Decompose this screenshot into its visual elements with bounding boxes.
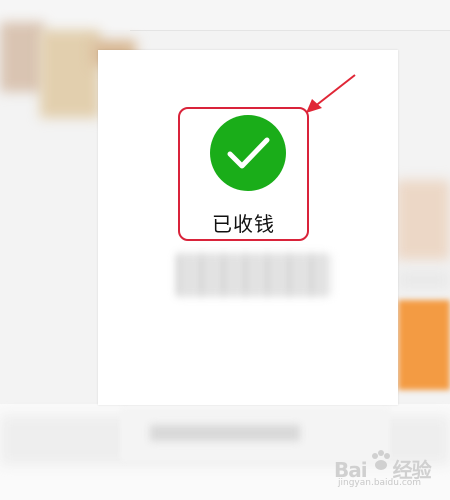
watermark: Bai 经验 jingyan.baidu.com bbox=[334, 448, 450, 488]
annotation-arrow-icon bbox=[306, 74, 356, 113]
background-orange-bubble bbox=[398, 300, 450, 390]
annotation-highlight-box bbox=[178, 107, 309, 241]
background-avatar bbox=[0, 22, 44, 92]
background-divider bbox=[130, 30, 450, 31]
background-bottom-text bbox=[150, 425, 300, 441]
paw-icon bbox=[372, 450, 390, 470]
background-avatar bbox=[396, 180, 450, 260]
background-divider bbox=[398, 270, 450, 290]
background-header bbox=[0, 0, 450, 30]
background-avatar bbox=[40, 30, 100, 118]
blurred-amount bbox=[176, 253, 331, 297]
watermark-url: jingyan.baidu.com bbox=[338, 478, 422, 488]
